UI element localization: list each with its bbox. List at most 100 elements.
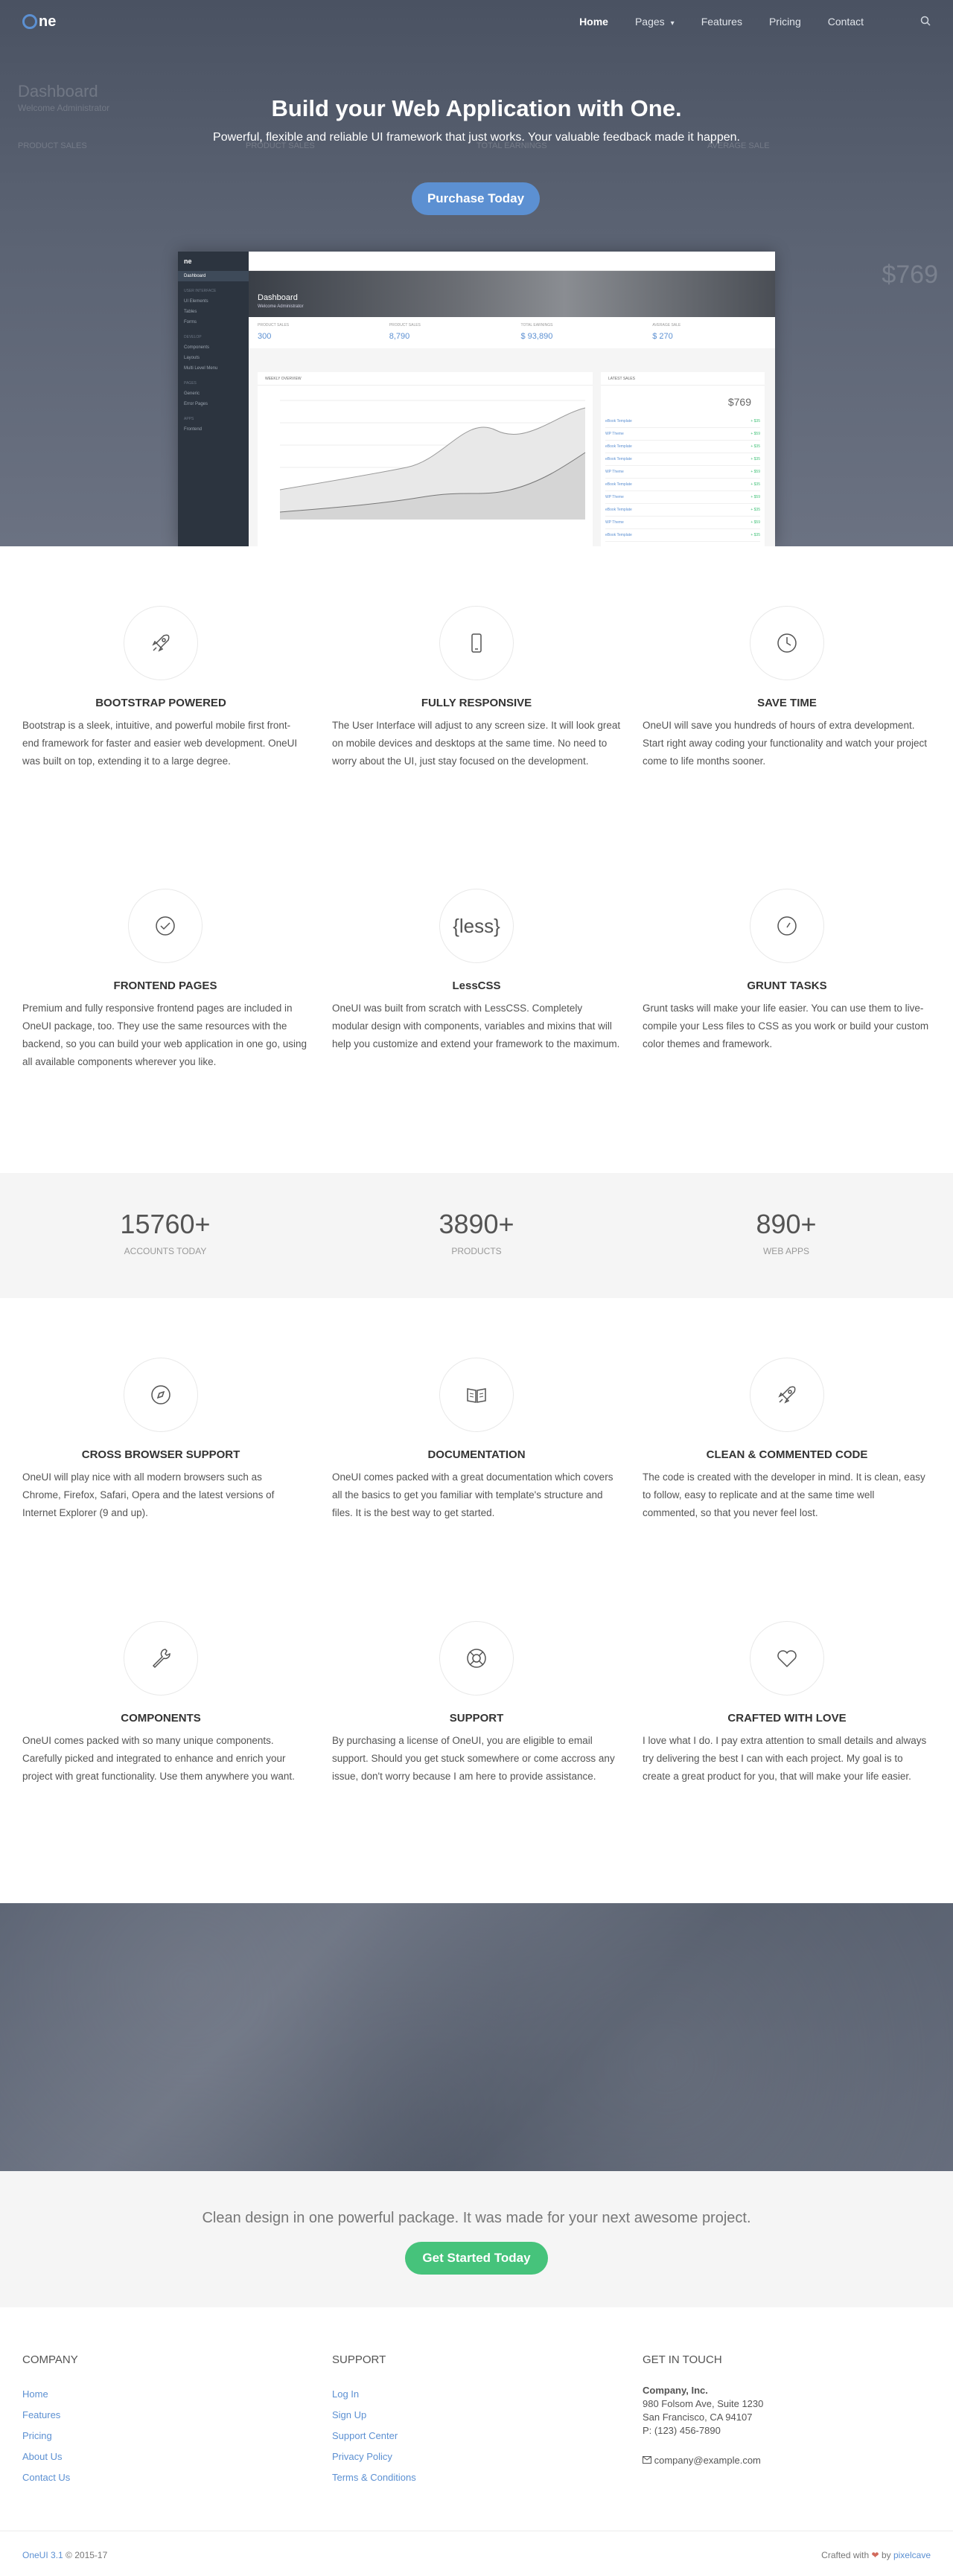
feature-item: FRONTEND PAGES Premium and fully respons… (22, 889, 308, 1071)
email-line[interactable]: company@example.com (643, 2454, 928, 2467)
counter-number: 15760+ (120, 1209, 211, 1239)
dashboard-sidebar: ne Dashboard USER INTERFACE UI Elements … (178, 252, 249, 546)
dashboard-sidebar-item: Frontend (184, 427, 203, 432)
check-circle-icon (128, 889, 203, 963)
feature-item: SAVE TIME OneUI will save you hundreds o… (643, 606, 931, 770)
dashboard-list-row: WP Theme + $59 (605, 491, 760, 504)
feature-title: DOCUMENTATION (427, 1448, 526, 1461)
feature-text: By purchasing a license of OneUI, you ar… (332, 1735, 615, 1782)
footer: COMPANY Home Features Pricing About Us C… (0, 2307, 953, 2576)
feature-text: OneUI comes packed with so many unique c… (22, 1735, 295, 1782)
dashboard-list-total: $769 (727, 396, 751, 408)
footer-contact: GET IN TOUCH Company, Inc. 980 Folsom Av… (643, 2353, 928, 2467)
footer-link-contact[interactable]: Contact Us (22, 2467, 308, 2488)
dashboard-list-card: LATEST SALES $769 eBook Template + $35 WP… (601, 372, 765, 546)
footer-link-support-center[interactable]: Support Center (332, 2426, 618, 2446)
feature-text: OneUI will save you hundreds of hours of… (643, 720, 927, 767)
feature-item: CLEAN & COMMENTED CODE The code is creat… (643, 1358, 931, 1522)
dashboard-list-name: eBook Template (605, 419, 632, 424)
cta-text: Clean design in one powerful package. It… (202, 2210, 751, 2226)
dashboard-chart-card: WEEKLY OVERVIEW (258, 372, 593, 546)
dashboard-sidebar-heading: DEVELOP (184, 335, 202, 339)
dashboard-list-value: + $35 (750, 444, 760, 449)
landing-page: Dashboard Welcome Administrator PRODUCT … (0, 0, 953, 2576)
feature-text: The User Interface will adjust to any sc… (332, 720, 621, 767)
feature-title: LessCSS (452, 979, 501, 992)
version-link[interactable]: OneUI 3.1 (22, 2550, 63, 2560)
author-link[interactable]: pixelcave (893, 2550, 931, 2560)
nav-pricing[interactable]: Pricing (769, 16, 801, 28)
dashboard-list-name: eBook Template (605, 508, 632, 512)
gauge-icon (750, 889, 824, 963)
dashboard-stat: TOTAL EARNINGS $ 93,890 (512, 317, 644, 348)
book-icon (439, 1358, 514, 1432)
footer-link-about[interactable]: About Us (22, 2446, 308, 2467)
purchase-button[interactable]: Purchase Today (412, 182, 540, 215)
nav-contact[interactable]: Contact (828, 16, 864, 28)
navbar: ne Home Pages ▾ Features Pricing Contact (0, 0, 953, 43)
dashboard-list-name: eBook Template (605, 444, 632, 449)
dashboard-list-row: eBook Template + $35 (605, 529, 760, 542)
dashboard-list-name: eBook Template (605, 457, 632, 461)
footer-heading: SUPPORT (332, 2353, 386, 2366)
nav-features[interactable]: Features (701, 16, 742, 28)
dashboard-list-name: WP Theme (605, 495, 624, 499)
dashboard-stat-value: 300 (258, 332, 272, 341)
footer-heading: COMPANY (22, 2353, 78, 2366)
dashboard-preview: ne Dashboard USER INTERFACE UI Elements … (178, 252, 775, 546)
search-icon[interactable] (920, 16, 931, 28)
counter-label: PRODUCTS (451, 1246, 502, 1256)
dashboard-chart-head: WEEKLY OVERVIEW (258, 372, 593, 386)
nav-home[interactable]: Home (579, 16, 608, 28)
dashboard-list-value: + $35 (750, 457, 760, 461)
dashboard-banner-sub: Welcome Administrator (258, 304, 304, 309)
feature-title: SAVE TIME (757, 697, 817, 709)
dashboard-topbar (249, 252, 775, 271)
feature-item: BOOTSTRAP POWERED Bootstrap is a sleek, … (22, 606, 299, 770)
feature-title: GRUNT TASKS (747, 979, 827, 992)
dashboard-list-value: + $35 (750, 482, 760, 487)
dashboard-list-value: + $59 (750, 432, 760, 436)
logo[interactable]: ne (22, 13, 56, 31)
dashboard-sidebar-item: Dashboard (178, 271, 249, 281)
feature-item: {less} LessCSS OneUI was built from scra… (332, 889, 621, 1053)
stone-texture-image (0, 1903, 953, 2171)
dashboard-banner: Dashboard Welcome Administrator (249, 271, 775, 317)
dashboard-list-value: + $59 (750, 470, 760, 474)
footer-link-home[interactable]: Home (22, 2384, 308, 2405)
dashboard-list-value: + $59 (750, 520, 760, 525)
clock-icon (750, 606, 824, 680)
feature-item: COMPONENTS OneUI comes packed with so ma… (22, 1621, 299, 1786)
feature-title: CROSS BROWSER SUPPORT (81, 1448, 240, 1461)
footer-link-privacy[interactable]: Privacy Policy (332, 2446, 618, 2467)
footer-link-signup[interactable]: Sign Up (332, 2405, 618, 2426)
dashboard-stat-value: 8,790 (389, 332, 410, 341)
footer-link-login[interactable]: Log In (332, 2384, 618, 2405)
feature-item: CRAFTED WITH LOVE I love what I do. I pa… (643, 1621, 931, 1786)
dashboard-sidebar-item: Generic (184, 391, 200, 396)
dashboard-sidebar-item: Error Pages (184, 402, 208, 406)
dashboard-sidebar-item: UI Elements (184, 299, 208, 304)
get-started-button[interactable]: Get Started Today (405, 2242, 548, 2275)
feature-text: OneUI was built from scratch with LessCS… (332, 1003, 620, 1049)
feature-item: FULLY RESPONSIVE The User Interface will… (332, 606, 621, 770)
dashboard-stat-value: $ 93,890 (520, 332, 553, 341)
footer-link-terms[interactable]: Terms & Conditions (332, 2467, 618, 2488)
dashboard-list-row: WP Theme + $59 (605, 428, 760, 441)
dashboard-list-value: + $35 (750, 533, 760, 537)
less-icon: {less} (439, 889, 514, 963)
heart-icon (750, 1621, 824, 1696)
feature-title: FULLY RESPONSIVE (421, 697, 532, 709)
dashboard-list-row: eBook Template + $35 (605, 479, 760, 491)
footer-link-pricing[interactable]: Pricing (22, 2426, 308, 2446)
feature-text: Premium and fully responsive frontend pa… (22, 1003, 307, 1067)
by-text: by (881, 2550, 891, 2560)
email-address: company@example.com (654, 2455, 761, 2466)
footer-link-features[interactable]: Features (22, 2405, 308, 2426)
dashboard-sidebar-heading: APPS (184, 417, 194, 421)
counter-number: 3890+ (439, 1209, 514, 1239)
feature-title: COMPONENTS (121, 1712, 201, 1725)
heart-icon: ❤ (871, 2550, 879, 2560)
address-line: San Francisco, CA 94107 (643, 2412, 753, 2423)
nav-pages[interactable]: Pages ▾ (635, 16, 675, 28)
